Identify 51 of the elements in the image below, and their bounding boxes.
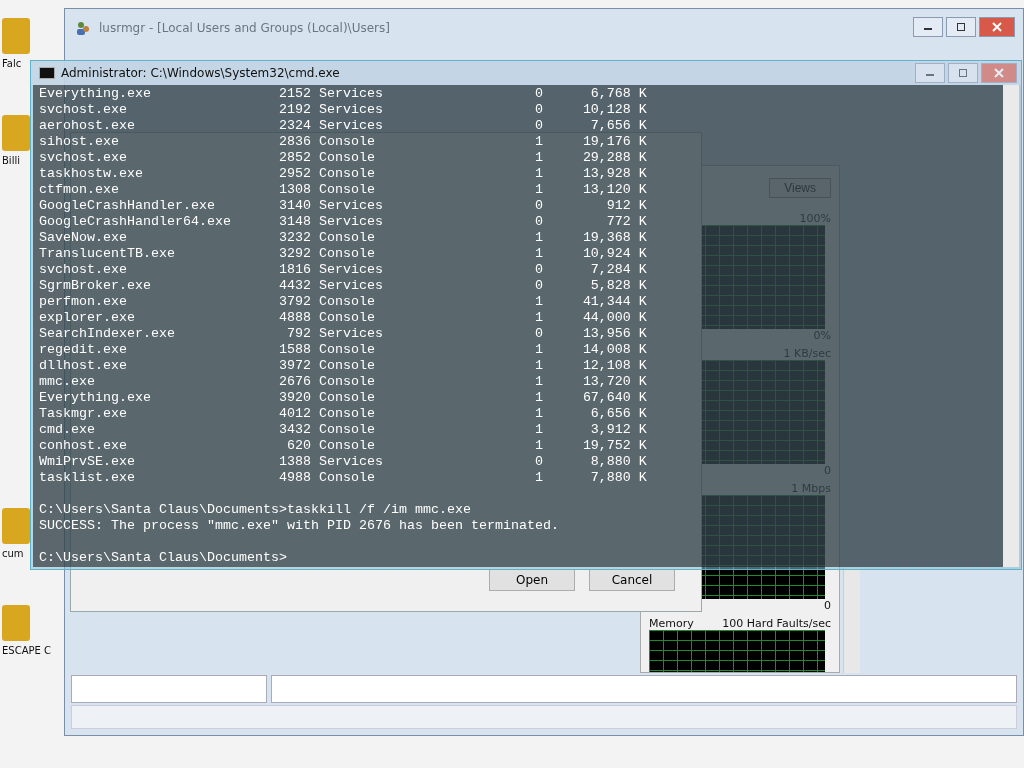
maximize-icon bbox=[956, 22, 966, 32]
graph-max-label: 100 Hard Faults/sec bbox=[722, 617, 831, 630]
icon-label[interactable]: cum bbox=[0, 548, 24, 559]
scrollbar[interactable] bbox=[843, 568, 860, 673]
console-line: GoogleCrashHandler64.exe 3148 Services 0 772 K bbox=[39, 214, 647, 230]
console-line: cmd.exe 3432 Console 1 3,912 K bbox=[39, 422, 647, 438]
console-icon bbox=[39, 67, 55, 79]
console-line: C:\Users\Santa Claus\Documents>taskkill /f /im mmc.exe bbox=[39, 502, 471, 518]
maximize-button[interactable] bbox=[946, 17, 976, 37]
console-line: taskhostw.exe 2952 Console 1 13,928 K bbox=[39, 166, 647, 182]
window-title: Administrator: C:\Windows\System32\cmd.exe bbox=[61, 66, 340, 80]
console-line: mmc.exe 2676 Console 1 13,720 K bbox=[39, 374, 647, 390]
minimize-button[interactable] bbox=[913, 17, 943, 37]
console-line: tasklist.exe 4988 Console 1 7,880 K bbox=[39, 470, 647, 486]
close-button[interactable] bbox=[979, 17, 1015, 37]
console-line: SaveNow.exe 3232 Console 1 19,368 K bbox=[39, 230, 647, 246]
console-line: SUCCESS: The process "mmc.exe" with PID 2676 has been terminated. bbox=[39, 518, 559, 534]
window-title: lusrmgr - [Local Users and Groups (Local)\Users] bbox=[99, 21, 390, 35]
console-line: SearchIndexer.exe 792 Services 0 13,956 K bbox=[39, 326, 647, 342]
console-line: Everything.exe 2152 Services 0 6,768 K bbox=[39, 86, 647, 102]
dialog-button[interactable]: Open bbox=[489, 569, 575, 591]
console-line: perfmon.exe 3792 Console 1 41,344 K bbox=[39, 294, 647, 310]
console-line: svchost.exe 2192 Services 0 10,128 K bbox=[39, 102, 647, 118]
close-icon bbox=[994, 68, 1004, 78]
console-line: explorer.exe 4888 Console 1 44,000 K bbox=[39, 310, 647, 326]
console-line: WmiPrvSE.exe 1388 Services 0 8,880 K bbox=[39, 454, 647, 470]
scrollbar[interactable] bbox=[1003, 85, 1019, 567]
maximize-icon bbox=[958, 68, 968, 78]
console-line: ctfmon.exe 1308 Console 1 13,120 K bbox=[39, 182, 647, 198]
close-button[interactable] bbox=[981, 63, 1017, 83]
console-line: conhost.exe 620 Console 1 19,752 K bbox=[39, 438, 647, 454]
users-icon bbox=[75, 20, 91, 36]
console-prompt: C:\Users\Santa Claus\Documents> bbox=[39, 550, 287, 566]
close-icon bbox=[992, 22, 1002, 32]
icon-label[interactable]: Billi bbox=[0, 155, 20, 166]
console-line: GoogleCrashHandler.exe 3140 Services 0 912 K bbox=[39, 198, 647, 214]
dialog-button[interactable]: Cancel bbox=[589, 569, 675, 591]
icon-label[interactable]: Falc bbox=[0, 58, 22, 69]
console-line: svchost.exe 1816 Services 0 7,284 K bbox=[39, 262, 647, 278]
console-line: sihost.exe 2836 Console 1 19,176 K bbox=[39, 134, 647, 150]
console-line: SgrmBroker.exe 4432 Services 0 5,828 K bbox=[39, 278, 647, 294]
graph-title: Memory bbox=[649, 617, 694, 630]
console-line: Everything.exe 3920 Console 1 67,640 K bbox=[39, 390, 647, 406]
console-line: Taskmgr.exe 4012 Console 1 6,656 K bbox=[39, 406, 647, 422]
console-line: dllhost.exe 3972 Console 1 12,108 K bbox=[39, 358, 647, 374]
console-line: regedit.exe 1588 Console 1 14,008 K bbox=[39, 342, 647, 358]
graph-min-label: 0 bbox=[824, 599, 831, 613]
console-line: TranslucentTB.exe 3292 Console 1 10,924 K bbox=[39, 246, 647, 262]
console-line: svchost.exe 2852 Console 1 29,288 K bbox=[39, 150, 647, 166]
icon-label[interactable]: ESCAPE C bbox=[0, 645, 51, 656]
console-line: aerohost.exe 2324 Services 0 7,656 K bbox=[39, 118, 647, 134]
